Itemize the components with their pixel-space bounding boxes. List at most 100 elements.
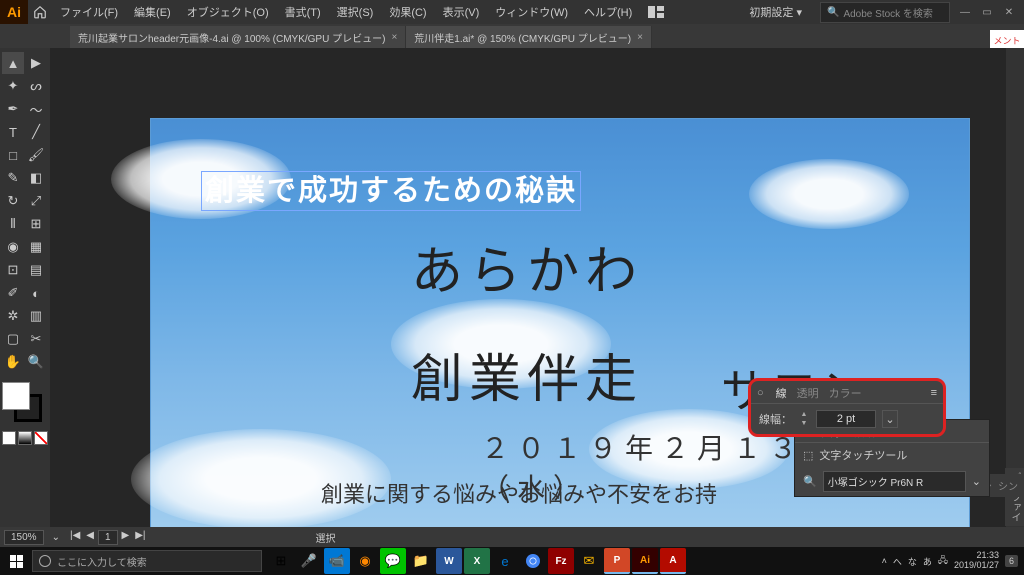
windows-search-input[interactable]: ここに入力して検索 — [32, 550, 262, 572]
shape-builder-tool[interactable]: ◉ — [2, 236, 24, 258]
graph-tool[interactable]: ▥ — [25, 305, 47, 327]
zoom-tool[interactable]: 🔍 — [25, 351, 47, 373]
selection-tool[interactable]: ▲ — [2, 52, 24, 74]
body-text-1[interactable]: あらかわ — [411, 229, 643, 304]
curvature-tool[interactable]: 〜 — [25, 98, 47, 120]
taskbar-app-generic[interactable]: ◉ — [352, 548, 378, 574]
color-mode-gradient[interactable] — [18, 431, 32, 445]
taskbar-clock[interactable]: 21:33 2019/01/27 — [954, 551, 999, 571]
mic-icon[interactable]: 🎤 — [296, 548, 322, 574]
mesh-tool[interactable]: ⊡ — [2, 259, 24, 281]
tray-network-icon[interactable]: 🖧 — [938, 553, 948, 569]
minimize-button[interactable]: — — [954, 3, 976, 21]
direct-selection-tool[interactable]: ▶ — [25, 52, 47, 74]
taskbar-app-chrome[interactable] — [520, 548, 546, 574]
font-family-select[interactable]: 小塚ゴシック Pr6N R — [823, 471, 966, 492]
chevron-down-icon[interactable]: ⌄ — [972, 475, 981, 488]
width-tool[interactable]: ⫴ — [2, 213, 24, 235]
stroke-weight-down[interactable]: ▼ — [798, 419, 810, 428]
tray-ime-icon[interactable]: へ — [893, 555, 902, 568]
taskbar-app-line[interactable]: 💬 — [380, 548, 406, 574]
type-tool[interactable]: T — [2, 121, 24, 143]
lasso-tool[interactable]: ᔕ — [25, 75, 47, 97]
line-tool[interactable]: ╱ — [25, 121, 47, 143]
artboard-prev[interactable]: ◀ — [84, 530, 96, 545]
menu-object[interactable]: オブジェクト(O) — [179, 4, 277, 20]
scale-tool[interactable]: ⤢ — [25, 190, 47, 212]
tab-close-icon[interactable]: × — [637, 32, 643, 43]
artboard-last[interactable]: ▶| — [133, 530, 147, 545]
shaper-tool[interactable]: ✎ — [2, 167, 24, 189]
stock-search-input[interactable]: 🔍 Adobe Stock を検索 — [820, 2, 950, 23]
artboard-tool[interactable]: ▢ — [2, 328, 24, 350]
taskbar-app-word[interactable]: W — [436, 548, 462, 574]
tray-ime-icon[interactable]: な — [908, 555, 917, 568]
workspace-dropdown[interactable]: 初期設定 ▾ — [743, 2, 816, 22]
menu-file[interactable]: ファイル(F) — [52, 4, 126, 20]
tray-ime-icon[interactable]: あ — [923, 555, 932, 568]
menu-edit[interactable]: 編集(E) — [126, 4, 179, 20]
free-transform-tool[interactable]: ⊞ — [25, 213, 47, 235]
menu-effect[interactable]: 効果(C) — [381, 4, 434, 20]
stroke-weight-up[interactable]: ▲ — [798, 410, 810, 419]
artboard-first[interactable]: |◀ — [68, 530, 82, 545]
taskbar-app-acrobat[interactable]: A — [660, 548, 686, 574]
eyedropper-tool[interactable]: ✐ — [2, 282, 24, 304]
taskbar-app-excel[interactable]: X — [464, 548, 490, 574]
document-tab[interactable]: 荒川起業サロンheader元画像-4.ai @ 100% (CMYK/GPU プ… — [70, 26, 406, 48]
touch-type-tool[interactable]: 文字タッチツール — [819, 447, 907, 463]
symbol-sprayer-tool[interactable]: ✲ — [2, 305, 24, 327]
task-view-icon[interactable]: ⊞ — [268, 548, 294, 574]
body-text-2[interactable]: 創業伴走 — [411, 337, 643, 412]
headline-text[interactable]: 創業で成功するための秘訣 — [205, 167, 577, 209]
artboard-next[interactable]: ▶ — [120, 530, 132, 545]
fill-swatch[interactable] — [2, 382, 30, 410]
panel-tab-color[interactable]: カラー — [829, 385, 862, 401]
eraser-tool[interactable]: ◧ — [25, 167, 47, 189]
menu-view[interactable]: 表示(V) — [435, 4, 488, 20]
perspective-tool[interactable]: ▦ — [25, 236, 47, 258]
zoom-level[interactable]: 150% — [4, 530, 44, 545]
artboard-number[interactable]: 1 — [98, 530, 118, 545]
slice-tool[interactable]: ✂ — [25, 328, 47, 350]
menu-window[interactable]: ウィンドウ(W) — [487, 4, 576, 20]
document-tab-active[interactable]: 荒川伴走1.ai* @ 150% (CMYK/GPU プレビュー) × — [406, 26, 652, 48]
arrange-docs-icon[interactable] — [640, 6, 672, 18]
taskbar-app-zoom[interactable]: 📹 — [324, 548, 350, 574]
taskbar-app-powerpoint[interactable]: P — [604, 548, 630, 574]
pen-tool[interactable]: ✒ — [2, 98, 24, 120]
magic-wand-tool[interactable]: ✦ — [2, 75, 24, 97]
rotate-tool[interactable]: ↻ — [2, 190, 24, 212]
menu-select[interactable]: 選択(S) — [329, 4, 382, 20]
panel-tab-stroke[interactable]: 線 — [776, 385, 787, 401]
right-panel-dock[interactable] — [1006, 48, 1024, 527]
taskbar-app-illustrator[interactable]: Ai — [632, 548, 658, 574]
blend-tool[interactable]: ◐ — [25, 282, 47, 304]
gradient-tool[interactable]: ▤ — [25, 259, 47, 281]
subtitle-text[interactable]: 創業に関する悩みやお悩みや不安をお持 — [321, 477, 717, 509]
panel-menu-icon[interactable]: ≡ — [931, 387, 937, 399]
home-icon[interactable] — [28, 0, 52, 24]
tab-symbols[interactable]: シン — [998, 478, 1018, 493]
maximize-button[interactable]: ▭ — [976, 3, 998, 21]
taskbar-app-filezilla[interactable]: Fz — [548, 548, 574, 574]
close-button[interactable]: ✕ — [998, 3, 1020, 21]
stroke-weight-dropdown[interactable]: ⌄ — [882, 410, 898, 428]
color-mode-normal[interactable] — [2, 431, 16, 445]
tab-close-icon[interactable]: × — [391, 32, 397, 43]
rectangle-tool[interactable]: □ — [2, 144, 24, 166]
notification-center[interactable]: 6 — [1005, 555, 1018, 567]
paintbrush-tool[interactable]: 🖌 — [25, 144, 47, 166]
taskbar-app-explorer[interactable]: 📁 — [408, 548, 434, 574]
start-button[interactable] — [0, 547, 32, 575]
stroke-weight-input[interactable] — [816, 410, 876, 428]
panel-tab-transparency[interactable]: 透明 — [797, 385, 819, 401]
fill-stroke-swatches[interactable] — [2, 382, 46, 426]
zoom-dropdown-icon[interactable]: ⌄ — [52, 532, 60, 543]
menu-help[interactable]: ヘルプ(H) — [576, 4, 640, 20]
hand-tool[interactable]: ✋ — [2, 351, 24, 373]
color-mode-none[interactable] — [34, 431, 48, 445]
tray-chevron-up-icon[interactable]: ˄ — [882, 556, 887, 566]
taskbar-app-edge[interactable]: e — [492, 548, 518, 574]
menu-type[interactable]: 書式(T) — [277, 4, 329, 20]
